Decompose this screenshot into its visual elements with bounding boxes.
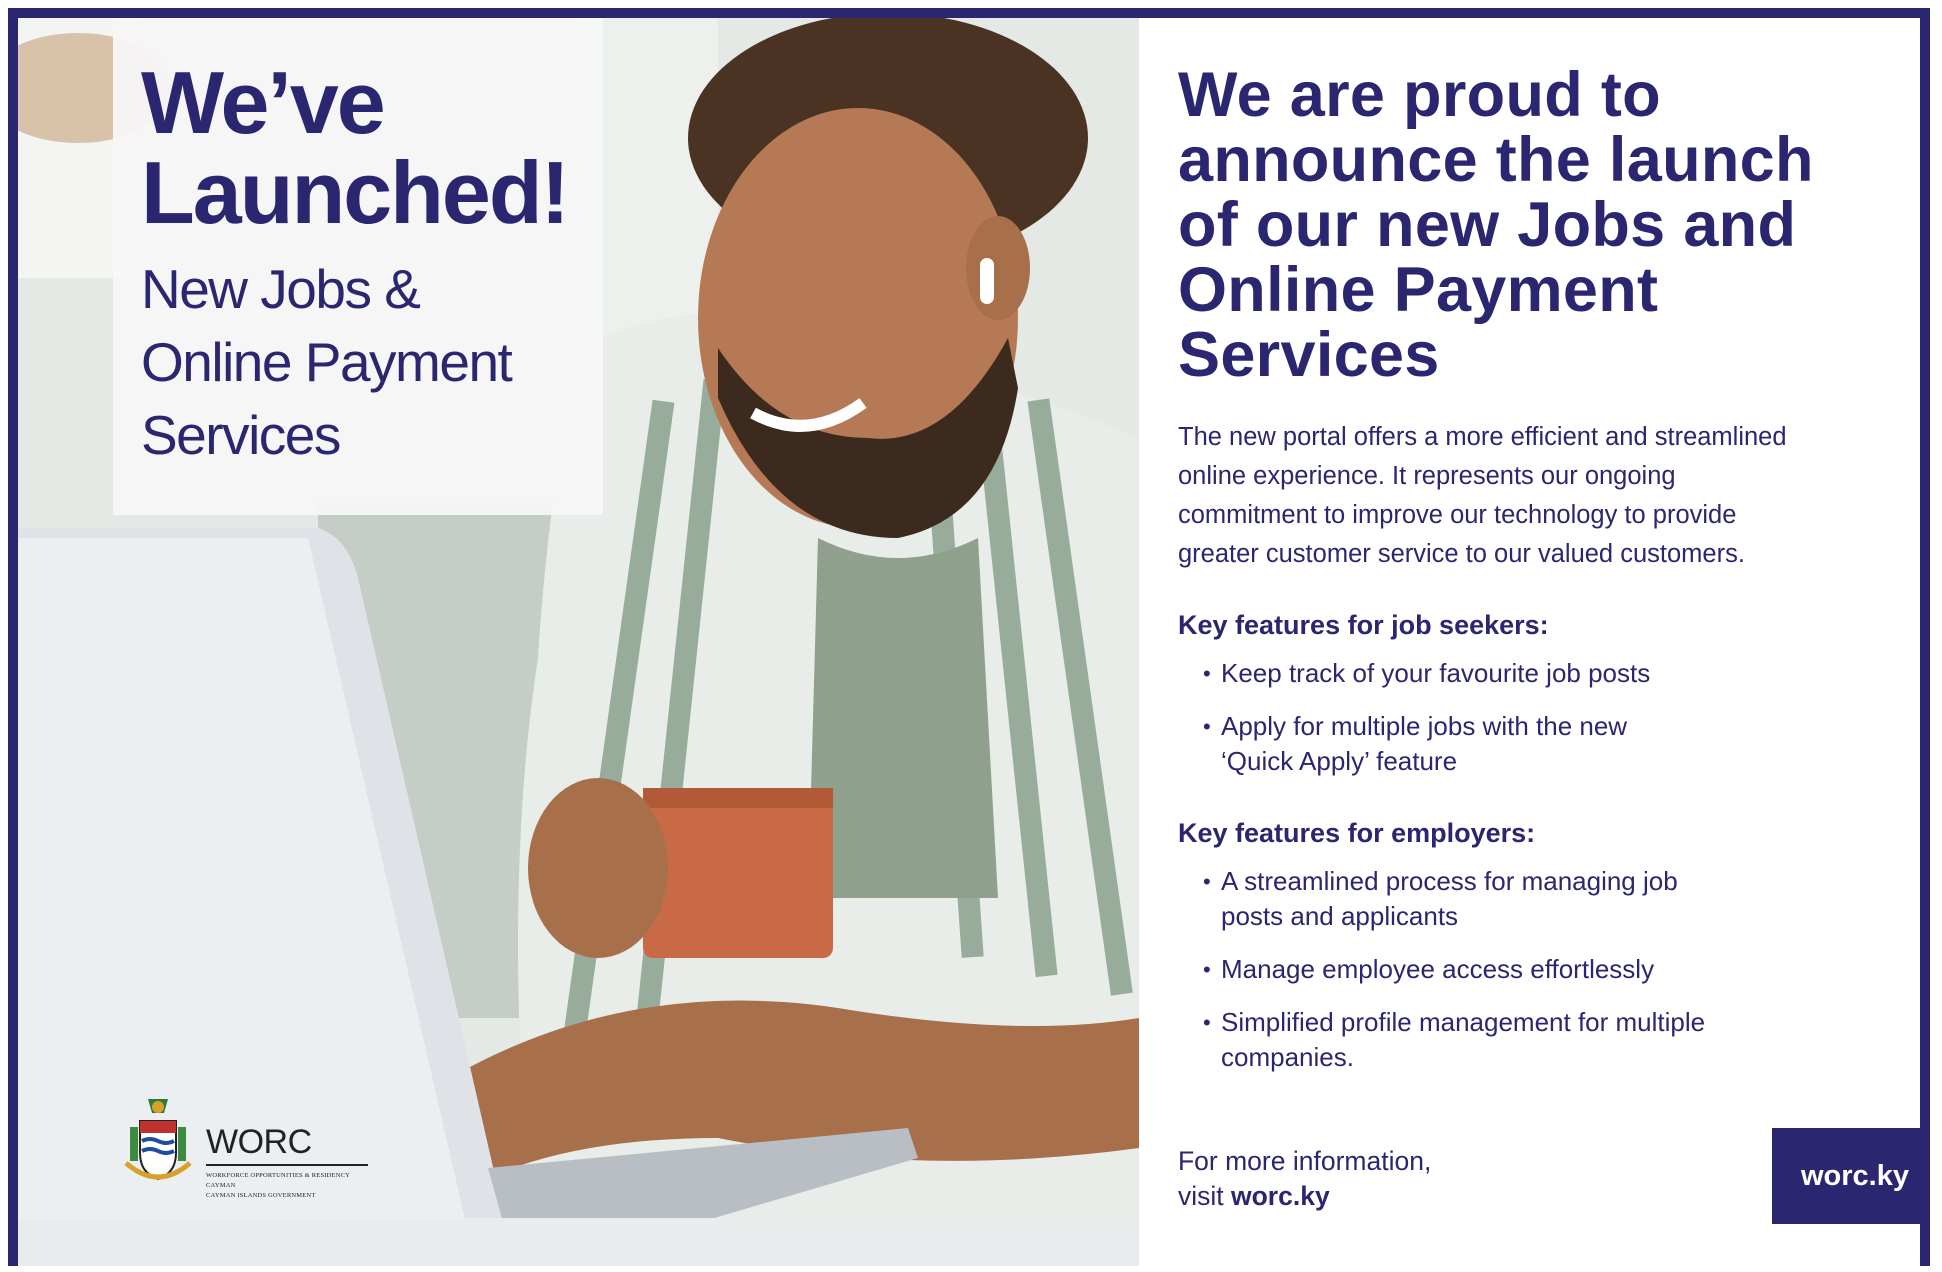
headline-box: We’ve Launched! New Jobs & Online Paymen… [113,18,603,515]
coat-of-arms-icon [124,1099,192,1181]
worc-logo: WORC WORKFORCE OPPORTUNITIES & RESIDENCY… [118,1093,383,1213]
logo-subtitle-line2: CAYMAN ISLANDS GOVERNMENT [206,1192,316,1199]
hero-photo: We’ve Launched! New Jobs & Online Paymen… [18,18,1139,1266]
list-item: Apply for multiple jobs with the new ‘Qu… [1178,709,1650,779]
job-seekers-heading: Key features for job seekers: [1178,610,1549,640]
employers-list: A streamlined process for managing job p… [1178,864,1705,1075]
more-info-link[interactable]: worc.ky [1231,1181,1330,1211]
website-button[interactable]: worc.ky [1772,1128,1920,1224]
logo-subtitle: WORKFORCE OPPORTUNITIES & RESIDENCY CAYM… [206,1171,381,1201]
subheadline: New Jobs & Online Payment Services [141,258,513,466]
ad-frame: We’ve Launched! New Jobs & Online Paymen… [8,8,1930,1266]
more-info: For more information, visit worc.ky [1178,1144,1431,1214]
employers-heading: Key features for employers: [1178,818,1536,848]
list-item: Manage employee access effortlessly [1178,952,1705,987]
more-info-prefix: visit [1178,1181,1231,1211]
logo-subtitle-line1: WORKFORCE OPPORTUNITIES & RESIDENCY CAYM… [206,1172,350,1189]
logo-rule [206,1164,368,1166]
headline: We’ve Launched! [141,53,570,242]
list-item: Simplified profile management for multip… [1178,1005,1705,1075]
content-panel: We are proud to announce the launch of o… [1178,18,1918,1266]
list-item: A streamlined process for managing job p… [1178,864,1705,934]
logo-wordmark: WORC [206,1123,312,1161]
intro-paragraph: The new portal offers a more efficient a… [1178,423,1787,568]
job-seekers-list: Keep track of your favourite job posts A… [1178,656,1650,779]
list-item: Keep track of your favourite job posts [1178,656,1650,691]
more-info-line1: For more information, [1178,1146,1432,1176]
announcement-title: We are proud to announce the launch of o… [1178,60,1814,390]
